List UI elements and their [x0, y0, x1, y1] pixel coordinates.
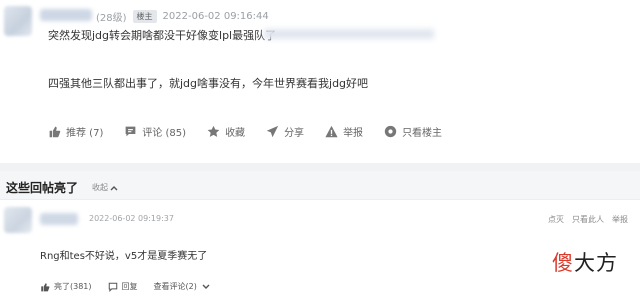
comment-label: 评论 (85)	[142, 128, 187, 139]
reply-timestamp: 2022-06-02 09:19:37	[89, 214, 174, 223]
report-button[interactable]: 举报	[325, 124, 363, 139]
view-comments-button[interactable]: 查看评论(2)	[154, 281, 211, 292]
reply-button[interactable]: 回复	[108, 281, 138, 292]
hot-replies-header: 这些回帖亮了 收起	[0, 171, 640, 200]
report-label: 举报	[343, 128, 364, 139]
recommend-label: 推荐 (7)	[66, 128, 104, 139]
post-text-line1: 突然发现jdg转会期啥都没干好像变lpl最强队了	[48, 29, 277, 42]
chevron-up-icon	[110, 185, 118, 190]
thumb-up-icon	[49, 126, 61, 138]
author-avatar[interactable]	[4, 6, 32, 36]
share-label: 分享	[284, 128, 305, 139]
post-meta: (28级) 楼主 2022-06-02 09:16:44	[96, 9, 269, 24]
watermark-logo: 傻大方	[552, 247, 618, 277]
star-icon	[207, 125, 220, 137]
favorite-button[interactable]: 收藏	[207, 124, 245, 139]
section-divider	[0, 163, 640, 171]
share-icon	[266, 125, 279, 138]
comment-icon	[125, 126, 136, 137]
author-level: (28级)	[96, 13, 127, 24]
reply-report-link[interactable]: 举报	[612, 214, 628, 225]
reply-label: 回复	[121, 282, 138, 291]
recommend-button[interactable]: 推荐 (7)	[48, 124, 103, 139]
warning-icon	[325, 125, 338, 138]
collapse-label: 收起	[92, 183, 108, 192]
chevron-down-icon	[202, 284, 210, 289]
reply-icon	[108, 282, 117, 292]
reply-action-bar: 亮了(381) 回复 查看评论(2)	[40, 281, 227, 292]
post-text-line2: 四强其他三队都出事了，就jdg啥事没有，今年世界赛看我jdg好吧	[48, 77, 369, 90]
reply-right-actions: 点灭 只看此人 举报	[548, 214, 628, 225]
post-timestamp: 2022-06-02 09:16:44	[162, 11, 269, 22]
op-badge: 楼主	[132, 10, 157, 23]
post-card: (28级) 楼主 2022-06-02 09:16:44 突然发现jdg转会期啥…	[0, 0, 640, 163]
light-up-label: 亮了(381)	[54, 282, 92, 291]
thumb-up-icon	[41, 282, 50, 291]
watermark-rest: 大方	[574, 251, 618, 275]
only-op-button[interactable]: 只看楼主	[384, 124, 442, 139]
light-up-button[interactable]: 亮了(381)	[40, 281, 92, 292]
favorite-label: 收藏	[225, 128, 246, 139]
comment-button[interactable]: 评论 (85)	[124, 124, 186, 139]
hot-replies-title: 这些回帖亮了	[6, 181, 79, 195]
reply-text: Rng和tes不好说，v5才是夏季赛无了	[40, 251, 208, 262]
share-button[interactable]: 分享	[266, 124, 304, 139]
view-comments-label: 查看评论(2)	[153, 282, 197, 291]
reply-author-redacted[interactable]	[40, 213, 78, 225]
only-this-user-link[interactable]: 只看此人	[572, 214, 604, 225]
collapse-button[interactable]: 收起	[92, 182, 118, 193]
redacted-text	[264, 29, 434, 39]
only-op-label: 只看楼主	[402, 128, 443, 139]
author-name-redacted[interactable]	[40, 9, 92, 21]
eye-icon	[384, 125, 397, 138]
watermark-first-char: 傻	[552, 251, 574, 275]
dislike-link[interactable]: 点灭	[548, 214, 564, 225]
post-action-bar: 推荐 (7) 评论 (85) 收藏 分享 举报 只看楼主	[48, 124, 463, 139]
reply-avatar[interactable]	[4, 207, 32, 233]
hot-reply-item: 2022-06-02 09:19:37 点灭 只看此人 举报 Rng和tes不好…	[0, 200, 640, 299]
